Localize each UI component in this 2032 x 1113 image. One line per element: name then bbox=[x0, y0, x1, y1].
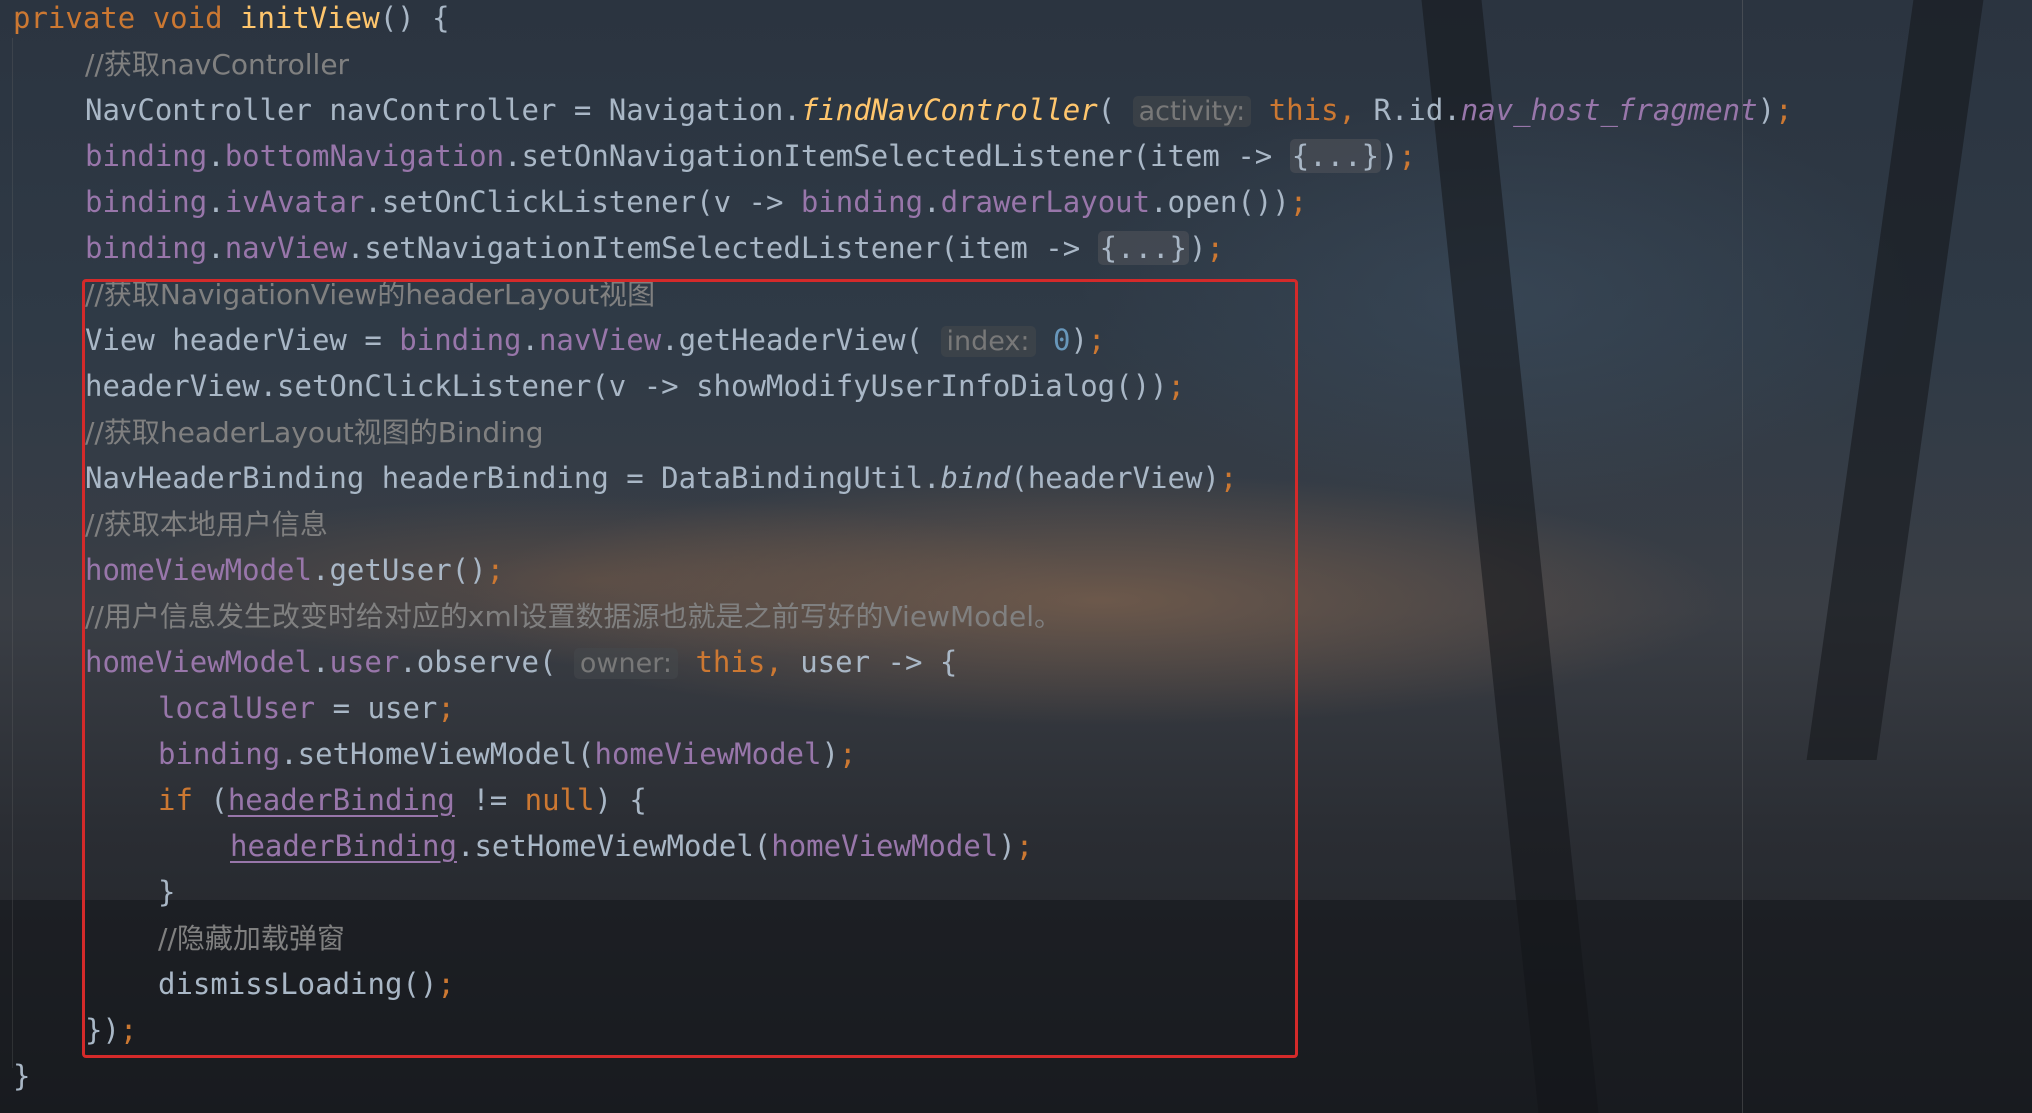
folded-code-block[interactable]: {...} bbox=[1289, 139, 1382, 173]
keyword: private bbox=[13, 1, 136, 35]
code-text: ( bbox=[1097, 93, 1133, 127]
code-text: .open()) bbox=[1150, 185, 1290, 219]
code-text: . bbox=[923, 185, 941, 219]
code-line-4[interactable]: binding.bottomNavigation.setOnNavigation… bbox=[85, 133, 1416, 179]
field-name: drawerLayout bbox=[940, 185, 1151, 219]
code-text: . bbox=[207, 185, 225, 219]
code-text: () { bbox=[379, 1, 450, 35]
keyword: void bbox=[152, 1, 223, 35]
code-text: .setNavigationItemSelectedListener(item … bbox=[346, 231, 1098, 265]
field-name: nav_host_fragment bbox=[1460, 93, 1758, 127]
code-line-2[interactable]: //获取navController bbox=[85, 41, 349, 87]
code-text: .setOnClickListener(v -> bbox=[364, 185, 801, 219]
comment: //获取navController bbox=[85, 48, 350, 81]
code-text: } bbox=[13, 1059, 31, 1093]
semicolon: ; bbox=[1289, 185, 1308, 219]
code-text: ) bbox=[1381, 139, 1399, 173]
highlight-box bbox=[82, 279, 1298, 1058]
code-text: R.id. bbox=[1356, 93, 1461, 127]
method-name: initView bbox=[240, 1, 380, 35]
keyword: this, bbox=[1268, 93, 1357, 127]
field-name: binding bbox=[85, 231, 208, 265]
code-text: .setOnNavigationItemSelectedListener(ite… bbox=[504, 139, 1290, 173]
code-text: ) bbox=[1188, 231, 1207, 265]
code-line-6[interactable]: binding.navView.setNavigationItemSelecte… bbox=[85, 225, 1224, 271]
code-line-5[interactable]: binding.ivAvatar.setOnClickListener(v ->… bbox=[85, 179, 1307, 225]
method-name: findNavController bbox=[800, 93, 1098, 127]
folded-code-block[interactable]: {...} bbox=[1097, 231, 1189, 265]
semicolon: ; bbox=[1206, 231, 1224, 265]
code-text: ) bbox=[1757, 93, 1776, 127]
semicolon: ; bbox=[1398, 139, 1416, 173]
field-name: ivAvatar bbox=[224, 185, 365, 219]
semicolon: ; bbox=[1775, 93, 1793, 127]
field-name: bottomNavigation bbox=[224, 139, 505, 173]
code-line-24[interactable]: } bbox=[13, 1053, 30, 1099]
code-text: NavController navController = Navigation… bbox=[85, 93, 801, 127]
code-line-3[interactable]: NavController navController = Navigation… bbox=[85, 87, 1793, 133]
field-name: navView bbox=[224, 231, 347, 265]
code-line-1[interactable]: private void initView() { bbox=[13, 0, 450, 41]
field-name: binding bbox=[800, 185, 924, 219]
field-name: binding bbox=[85, 139, 208, 173]
field-name: binding bbox=[85, 185, 208, 219]
parameter-hint: activity: bbox=[1132, 96, 1252, 127]
code-text: . bbox=[207, 139, 225, 173]
code-text: . bbox=[207, 231, 225, 265]
